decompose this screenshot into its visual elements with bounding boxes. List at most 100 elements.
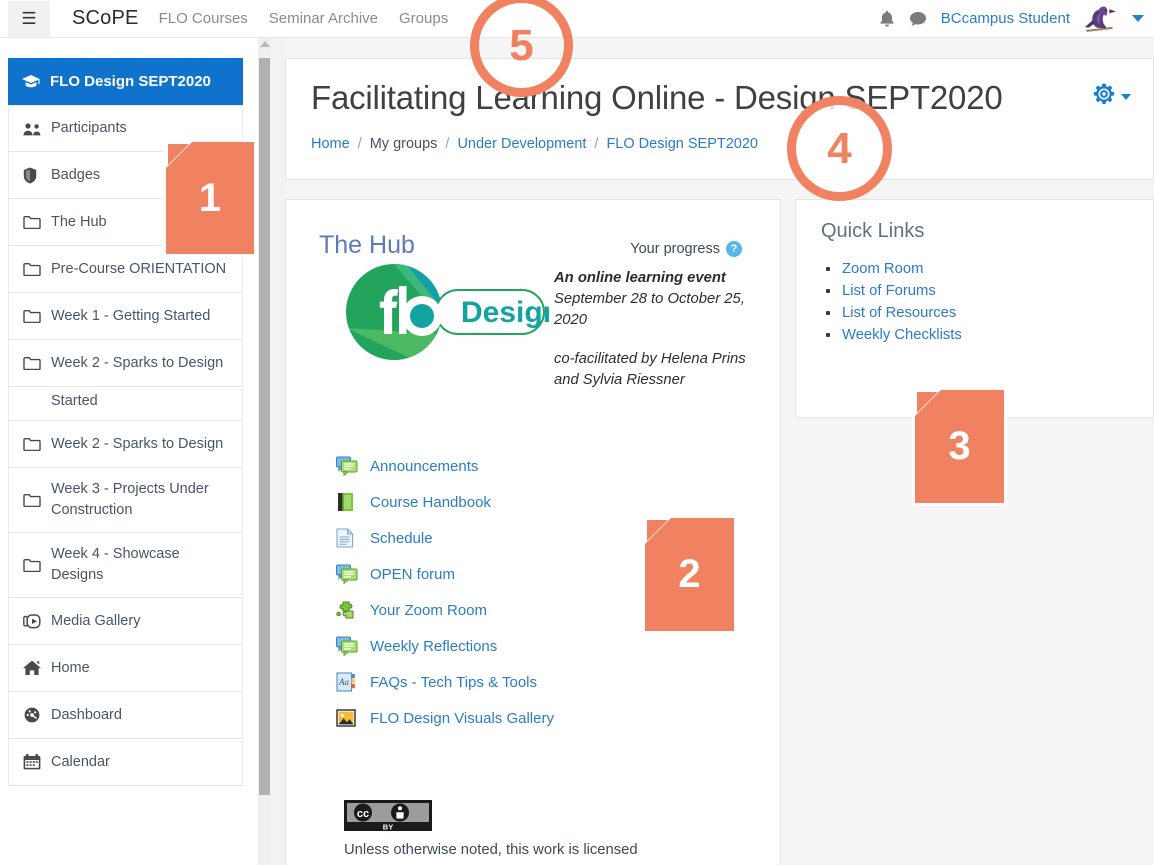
breadcrumb-item-home[interactable]: Home (311, 136, 350, 152)
folder-icon (23, 262, 47, 276)
bell-icon[interactable] (879, 10, 895, 28)
sidebar-item-label: Week 4 - Showcase Designs (51, 544, 230, 586)
quick-link-zoom-room[interactable]: Zoom Room (842, 261, 923, 277)
sidebar-item-label: Badges (51, 165, 100, 186)
sidebar-course-title: FLO Design SEPT2020 (50, 73, 211, 90)
folder-icon (23, 493, 47, 507)
sidebar-scrollbar-thumb[interactable] (259, 58, 270, 795)
nav-link-seminar-archive[interactable]: Seminar Archive (269, 10, 378, 27)
breadcrumb-item-under-development[interactable]: Under Development (457, 136, 586, 152)
quick-link-item: List of Resources (822, 302, 962, 324)
nav-link-flo-courses[interactable]: FLO Courses (159, 10, 248, 27)
settings-menu-button[interactable] (1093, 83, 1131, 110)
event-heading: An online learning event (554, 268, 764, 289)
breadcrumb-item-flo-design-sept2020[interactable]: FLO Design SEPT2020 (606, 136, 758, 152)
creative-commons-by-badge[interactable]: cc BY (344, 800, 432, 831)
help-circle-icon[interactable]: ? (726, 241, 742, 257)
annotation-number: 3 (948, 424, 970, 469)
scroll-up-arrow-icon[interactable] (260, 41, 270, 47)
sidebar-item-label: Week 3 - Projects Under Construction (51, 479, 230, 521)
annotation-number: 2 (678, 552, 700, 597)
quick-link-list-of-forums[interactable]: List of Forums (842, 283, 936, 299)
annotation-marker-1: 1 (166, 142, 254, 254)
activity-label: OPEN forum (370, 566, 455, 583)
activity-label: FLO Design Visuals Gallery (370, 710, 554, 727)
glossary-icon: Aa (336, 672, 366, 692)
quick-links-title: Quick Links (821, 220, 924, 243)
sidebar-item-label: Week 1 - Getting Started (51, 306, 210, 327)
quick-link-list-of-resources[interactable]: List of Resources (842, 305, 956, 321)
fold-corner-inner (917, 392, 938, 413)
sidebar-item-week-2-sparks-to-design[interactable]: Week 2 - Sparks to Design (8, 421, 243, 468)
navbar-user-area: BCcampus Student (879, 5, 1154, 32)
activity-link-flo-design-visuals-gallery[interactable]: FLO Design Visuals Gallery (336, 700, 756, 736)
sidebar-item-week-1-getting-started[interactable]: Week 1 - Getting Started (8, 293, 243, 340)
forum-icon (336, 564, 366, 584)
quick-links-list: Zoom Room List of Forums List of Resources… (822, 258, 962, 346)
flo-design-logo: Design (344, 262, 549, 362)
sidebar-item-label: Pre-Course ORIENTATION (51, 259, 226, 280)
annotation-marker-3: 3 (915, 390, 1004, 503)
sidebar-item-label: Dashboard (51, 705, 122, 726)
top-navbar: ☰ SCoPE FLO Courses Seminar Archive Grou… (0, 0, 1154, 38)
sidebar-item-dashboard[interactable]: Dashboard (8, 692, 243, 739)
breadcrumb-separator: / (445, 136, 449, 152)
quick-link-weekly-checklists[interactable]: Weekly Checklists (842, 327, 962, 343)
event-details: An online learning event September 28 to… (554, 268, 764, 391)
activity-link-weekly-reflections[interactable]: Weekly Reflections (336, 628, 756, 664)
activity-link-announcements[interactable]: Announcements (336, 448, 756, 484)
raven-avatar[interactable] (1082, 2, 1118, 32)
sidebar-item-calendar[interactable]: Calendar (8, 739, 243, 786)
app-root: ☰ SCoPE FLO Courses Seminar Archive Grou… (0, 0, 1154, 865)
activity-link-course-handbook[interactable]: Course Handbook (336, 484, 756, 520)
sidebar-item-label: Participants (51, 118, 127, 139)
sidebar-item-label: Media Gallery (51, 611, 140, 632)
activity-label: FAQs - Tech Tips & Tools (370, 674, 537, 691)
spacer (554, 331, 764, 349)
progress-indicator: Your progress ? (630, 241, 742, 257)
folder-icon (23, 309, 47, 323)
annotation-number: 5 (509, 21, 533, 71)
sidebar-item-home[interactable]: Home (8, 645, 243, 692)
breadcrumb-separator: / (358, 136, 362, 152)
annotation-marker-2: 2 (645, 518, 734, 631)
sidebar-course-header[interactable]: FLO Design SEPT2020 (8, 58, 243, 105)
gear-icon (1093, 83, 1115, 110)
activity-link-faqs-tech-tips-tools[interactable]: AaFAQs - Tech Tips & Tools (336, 664, 756, 700)
sidebar-item-week-3-projects-under-construction[interactable]: Week 3 - Projects Under Construction (8, 468, 243, 533)
sidebar-item-week-4-showcase-designs[interactable]: Week 4 - Showcase Designs (8, 533, 243, 598)
graduation-cap-icon (22, 75, 40, 89)
folder-icon (23, 356, 47, 370)
puzzle-icon (336, 600, 366, 620)
license-block: cc BY Unless otherwise noted, this work … (344, 800, 674, 865)
caret-down-icon[interactable] (1132, 15, 1144, 22)
calendar-icon (23, 754, 47, 770)
event-dates: September 28 to October 25, 2020 (554, 291, 745, 328)
site-brand[interactable]: SCoPE (72, 7, 139, 30)
bullet-icon (826, 267, 830, 271)
folder-icon (23, 215, 47, 229)
breadcrumb: Home/My groups/Under Development/FLO Des… (311, 136, 758, 152)
main-region: Facilitating Learning Online - Design SE… (285, 38, 1154, 865)
primary-nav: FLO Courses Seminar Archive Groups (159, 10, 449, 27)
image-icon (336, 708, 366, 728)
activity-label: Schedule (370, 530, 433, 547)
shield-icon (23, 167, 47, 184)
sidebar-item-week-2-sparks-to-design[interactable]: Week 2 - Sparks to Design (8, 340, 243, 387)
sidebar-item-label: Started (51, 391, 98, 412)
sidebar-item-started[interactable]: Started (8, 387, 243, 421)
nav-link-groups[interactable]: Groups (399, 10, 448, 27)
hamburger-menu-button[interactable]: ☰ (8, 1, 50, 37)
sidebar-item-media-gallery[interactable]: Media Gallery (8, 598, 243, 645)
forum-icon (336, 456, 366, 476)
event-facilitators: co-facilitated by Helena Prins and Sylvi… (554, 351, 746, 388)
sidebar-item-label: Week 2 - Sparks to Design (51, 353, 223, 374)
users-icon (23, 122, 47, 136)
license-text: Unless otherwise noted, this work is lic… (344, 839, 674, 865)
page-icon (336, 528, 366, 548)
folder-icon (23, 558, 47, 572)
annotation-number: 1 (199, 176, 221, 221)
sidebar-item-label: The Hub (51, 212, 107, 233)
user-name-link[interactable]: BCcampus Student (941, 10, 1070, 27)
chat-bubble-icon[interactable] (909, 11, 927, 27)
